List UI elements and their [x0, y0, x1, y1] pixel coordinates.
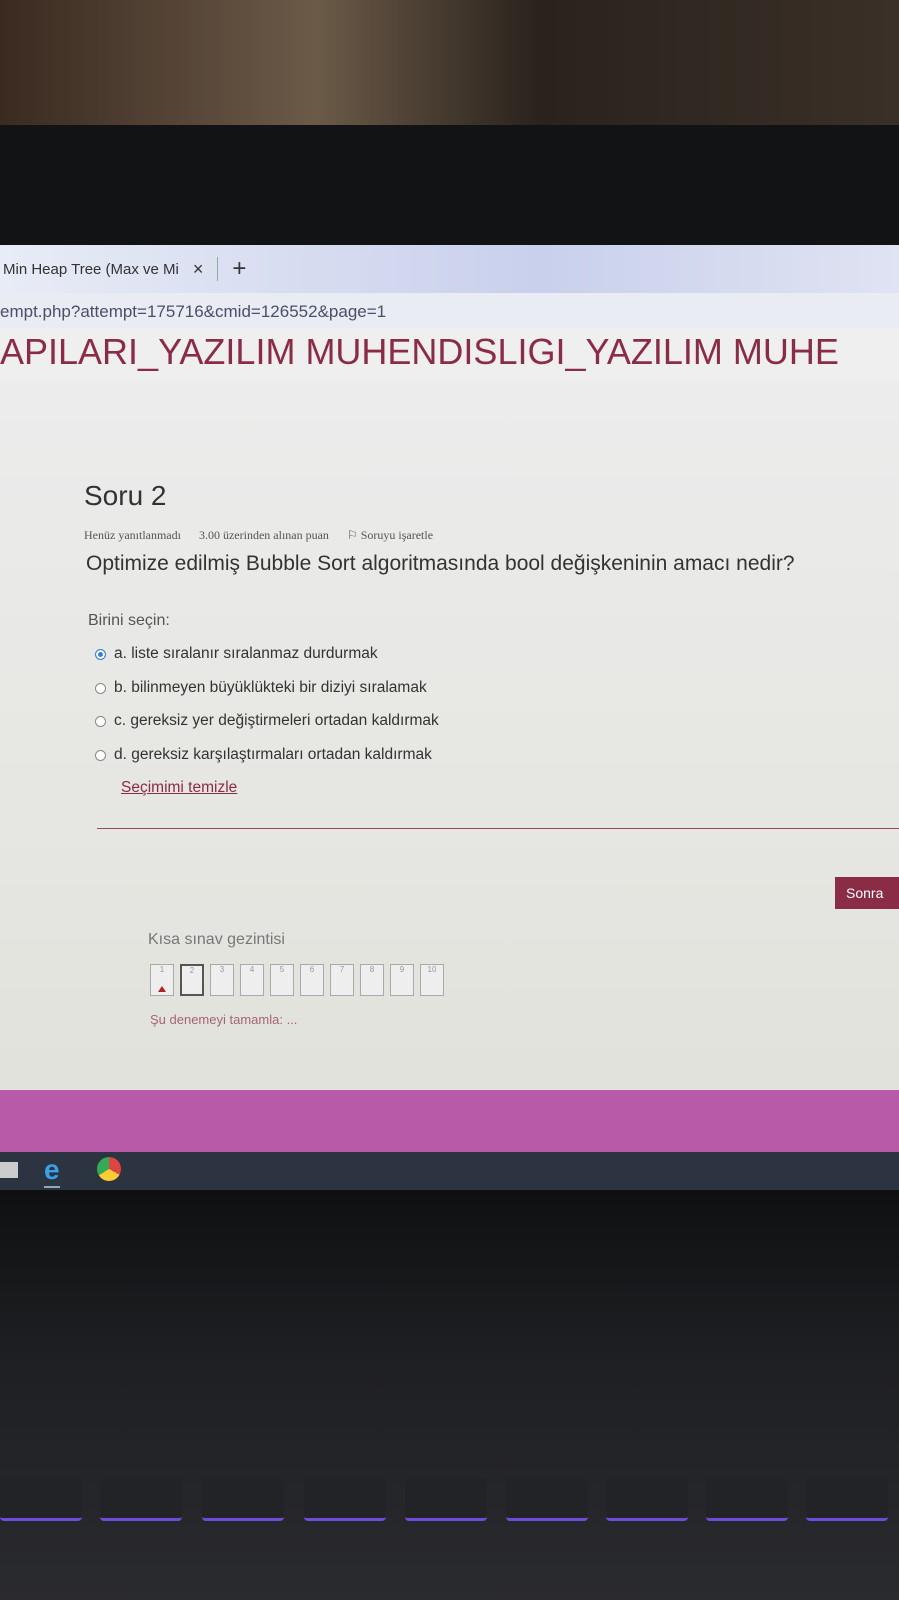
- answer-option-b[interactable]: b. bilinmeyen büyüklükteki bir diziyi sı…: [95, 679, 427, 697]
- file-explorer-icon[interactable]: [0, 1162, 18, 1178]
- tab-divider: [217, 257, 219, 281]
- choose-label: Birini seçin:: [88, 612, 170, 629]
- flag-icon: [158, 986, 166, 992]
- answer-option-c[interactable]: c. gereksiz yer değiştirmeleri ortadan k…: [95, 712, 439, 730]
- new-tab-icon[interactable]: +: [232, 255, 246, 283]
- quiz-nav-button-5[interactable]: 5: [270, 964, 294, 996]
- nav-number: 4: [249, 965, 255, 974]
- keyboard-key: [202, 1478, 284, 1521]
- laptop-keyboard-area: [0, 1190, 899, 1600]
- nav-number: 3: [219, 965, 225, 974]
- radio[interactable]: [95, 749, 106, 761]
- keyboard-key: [706, 1478, 788, 1521]
- quiz-nav-button-1[interactable]: 1: [150, 964, 174, 996]
- answer-option-a[interactable]: a. liste sıralanır sıralanmaz durdurmak: [95, 645, 378, 663]
- question-status: Henüz yanıtlanmadı: [84, 528, 181, 542]
- quiz-nav-button-8[interactable]: 8: [360, 964, 384, 996]
- keyboard-key: [100, 1478, 182, 1521]
- quiz-nav-button-2[interactable]: 2: [180, 964, 204, 996]
- question-info: Henüz yanıtlanmadı 3.00 üzerinden alınan…: [84, 528, 433, 543]
- question-text: Optimize edilmiş Bubble Sort algoritması…: [86, 552, 795, 575]
- finish-attempt-link[interactable]: Şu denemeyi tamamla: ...: [150, 1012, 297, 1027]
- nav-number: 1: [159, 965, 165, 974]
- nav-number: 9: [399, 965, 405, 974]
- clear-choice-link[interactable]: Seçimimi temizle: [121, 779, 237, 797]
- course-banner-title: APILARI_YAZILIM MUHENDISLIGI_YAZILIM MUH…: [0, 328, 899, 380]
- keyboard-key: [806, 1478, 888, 1521]
- edge-browser-icon[interactable]: e: [44, 1154, 60, 1188]
- quiz-nav-title: Kısa sınav gezintisi: [148, 931, 285, 948]
- keyboard-key: [606, 1478, 688, 1521]
- nav-number: 7: [339, 965, 345, 974]
- address-bar[interactable]: empt.php?attempt=175716&cmid=126552&page…: [0, 293, 899, 330]
- browser-tab-bar: Min Heap Tree (Max ve Mi × +: [0, 245, 899, 293]
- nav-number: 10: [427, 965, 437, 974]
- flag-label: Soruyu işaretle: [360, 528, 434, 542]
- nav-number: 2: [189, 966, 195, 975]
- page-footer: [0, 1090, 899, 1152]
- quiz-nav-button-4[interactable]: 4: [240, 964, 264, 996]
- radio[interactable]: [95, 682, 106, 694]
- keyboard-key: [405, 1478, 487, 1521]
- option-label: c. gereksiz yer değiştirmeleri ortadan k…: [114, 712, 439, 729]
- answer-option-d[interactable]: d. gereksiz karşılaştırmaları ortadan ka…: [95, 746, 432, 764]
- radio-selected[interactable]: [95, 648, 106, 660]
- quiz-content: Soru 2 Henüz yanıtlanmadı 3.00 üzerinden…: [0, 380, 899, 1090]
- tab-title: Min Heap Tree (Max ve Mi: [3, 260, 179, 278]
- keyboard-key: [304, 1478, 386, 1521]
- nav-number: 8: [369, 965, 375, 974]
- background-room: [0, 0, 899, 125]
- keyboard-key: [506, 1478, 588, 1521]
- nav-number: 6: [309, 965, 315, 974]
- close-tab-icon[interactable]: ×: [193, 259, 204, 280]
- keyboard-key: [0, 1478, 82, 1521]
- flag-icon: ⚐: [346, 528, 361, 542]
- browser-tab[interactable]: Min Heap Tree (Max ve Mi × +: [0, 253, 246, 285]
- quiz-nav-buttons: 1 2 3 4 5 6 7 8 9 10: [150, 964, 444, 996]
- option-label: a. liste sıralanır sıralanmaz durdurmak: [114, 645, 378, 662]
- quiz-nav-button-10[interactable]: 10: [420, 964, 444, 996]
- option-label: b. bilinmeyen büyüklükteki bir diziyi sı…: [114, 679, 427, 696]
- quiz-nav-button-9[interactable]: 9: [390, 964, 414, 996]
- flag-question-link[interactable]: ⚐ Soruyu işaretle: [347, 528, 433, 543]
- divider: [97, 828, 899, 829]
- question-points: 3.00 üzerinden alınan puan: [198, 528, 329, 542]
- radio[interactable]: [95, 715, 106, 727]
- option-label: d. gereksiz karşılaştırmaları ortadan ka…: [114, 746, 432, 763]
- taskbar: e: [0, 1152, 899, 1190]
- chrome-icon[interactable]: [97, 1157, 121, 1181]
- quiz-nav-button-3[interactable]: 3: [210, 964, 234, 996]
- quiz-nav-button-7[interactable]: 7: [330, 964, 354, 996]
- nav-number: 5: [279, 965, 285, 974]
- laptop-bezel: [0, 125, 899, 247]
- next-page-button[interactable]: Sonra: [835, 877, 899, 909]
- quiz-nav-button-6[interactable]: 6: [300, 964, 324, 996]
- question-heading: Soru 2: [84, 480, 167, 511]
